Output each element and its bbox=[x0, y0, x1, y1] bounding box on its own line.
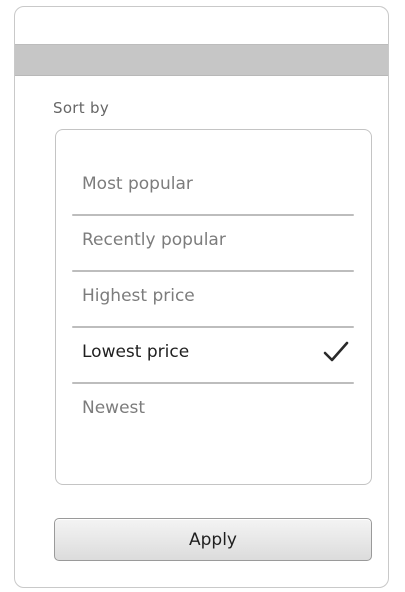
checkmark-icon bbox=[323, 341, 349, 362]
sort-option-label: Recently popular bbox=[82, 230, 226, 250]
sort-option-lowest-price[interactable]: Lowest price bbox=[72, 328, 354, 384]
sort-option-label: Lowest price bbox=[82, 342, 190, 362]
sort-by-label: Sort by bbox=[53, 99, 110, 117]
sort-option-label: Newest bbox=[82, 398, 146, 418]
title-bar bbox=[15, 44, 388, 76]
sort-options-list: Most popular Recently popular Highest pr… bbox=[55, 129, 372, 485]
sort-sheet: Sort by Most popular Recently popular Hi… bbox=[14, 6, 389, 588]
sort-option-recently-popular[interactable]: Recently popular bbox=[72, 216, 354, 272]
apply-button-label: Apply bbox=[189, 530, 237, 550]
apply-button[interactable]: Apply bbox=[54, 518, 372, 561]
sort-option-label: Most popular bbox=[82, 174, 193, 194]
sort-option-newest[interactable]: Newest bbox=[72, 384, 354, 440]
sort-option-highest-price[interactable]: Highest price bbox=[72, 272, 354, 328]
sort-option-most-popular[interactable]: Most popular bbox=[72, 160, 354, 216]
sort-option-label: Highest price bbox=[82, 286, 195, 306]
